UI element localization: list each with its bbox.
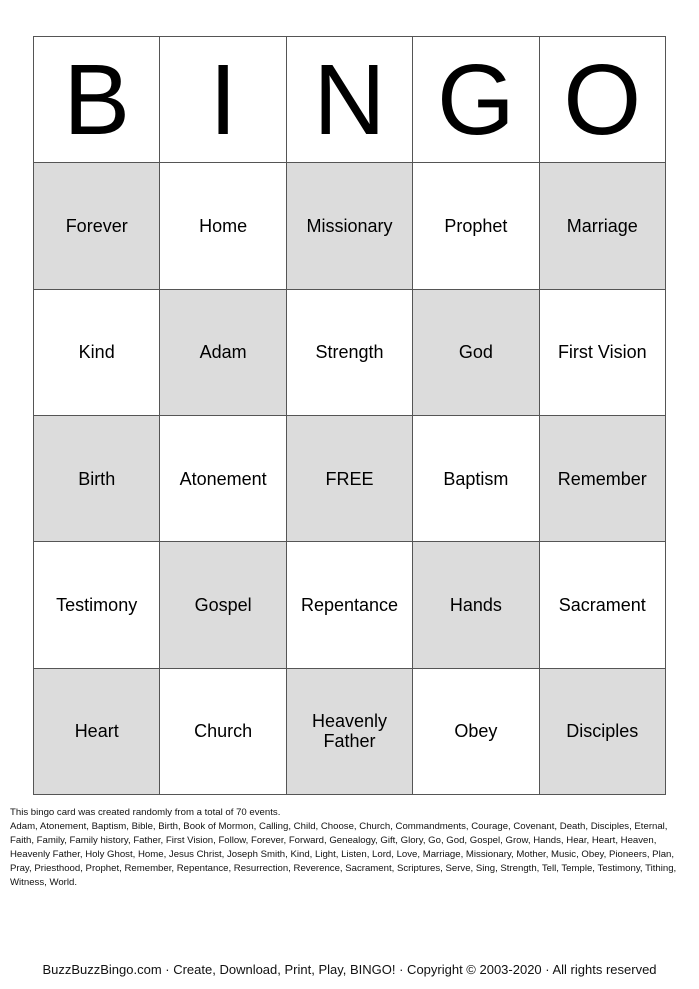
header-letter-n: N — [286, 37, 414, 164]
bingo-cell: Remember — [539, 416, 666, 543]
header-letter-g: G — [413, 37, 540, 164]
bingo-cell: Disciples — [539, 668, 666, 795]
bingo-cell: Kind — [34, 289, 161, 416]
bingo-cell: Adam — [160, 289, 287, 416]
bingo-cell: Heavenly Father — [286, 668, 414, 795]
event-list: Adam, Atonement, Baptism, Bible, Birth, … — [10, 821, 677, 888]
bingo-cell: Missionary — [286, 163, 414, 290]
bingo-cell: First Vision — [539, 289, 666, 416]
bingo-cell: Home — [160, 163, 287, 290]
free-space-cell: FREE — [286, 416, 414, 543]
bingo-cell: Forever — [34, 163, 161, 290]
event-count-note: This bingo card was created randomly fro… — [10, 807, 281, 818]
header-letter-b: B — [34, 37, 161, 164]
footer-copyright: BuzzBuzzBingo.com · Create, Download, Pr… — [42, 962, 657, 977]
bingo-cell: Sacrament — [539, 542, 666, 669]
event-info: This bingo card was created randomly fro… — [10, 806, 690, 890]
bingo-cell: Atonement — [160, 416, 287, 543]
bingo-cell: Marriage — [539, 163, 666, 290]
bingo-cell: Obey — [413, 668, 540, 795]
bingo-card: B I N G O Forever Home Missionary Prophe… — [33, 36, 666, 795]
header-letter-o: O — [539, 37, 666, 164]
bingo-cell: Testimony — [34, 542, 161, 669]
bingo-cell: Birth — [34, 416, 161, 543]
bingo-cell: Baptism — [413, 416, 540, 543]
bingo-cell: Prophet — [413, 163, 540, 290]
bingo-cell: Church — [160, 668, 287, 795]
bingo-cell: Heart — [34, 668, 161, 795]
bingo-cell: Hands — [413, 542, 540, 669]
header-letter-i: I — [160, 37, 287, 164]
bingo-cell: Gospel — [160, 542, 287, 669]
bingo-cell: Repentance — [286, 542, 414, 669]
bingo-cell: Strength — [286, 289, 414, 416]
bingo-cell: God — [413, 289, 540, 416]
